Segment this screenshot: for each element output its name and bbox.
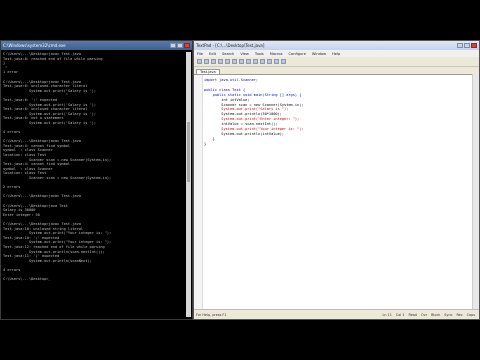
menu-bar: File Edit Search View Tools Macros Configure Wi… (194, 50, 479, 57)
undo-icon[interactable] (246, 59, 251, 64)
console-line: C:\Users\...\Desktop>_ (3, 277, 51, 282)
code-line: } (204, 141, 207, 146)
status-indicator: Rec (456, 312, 463, 317)
maximize-icon[interactable] (177, 43, 183, 48)
compile-icon[interactable] (274, 59, 279, 64)
toolbar (194, 57, 479, 67)
cmd-scrollbar[interactable] (186, 52, 191, 317)
menu-search[interactable]: Search (222, 52, 234, 56)
copy-icon[interactable] (232, 59, 237, 64)
textpad-window[interactable]: TextPad - [C:\...\Desktop\Test.java] Fil… (193, 40, 480, 320)
minimize-icon[interactable] (457, 43, 463, 48)
code-text[interactable]: import java.util.Scanner; public class T… (204, 78, 473, 147)
status-indicator: Ln 11 (382, 312, 392, 317)
find-icon[interactable] (260, 59, 265, 64)
menu-help[interactable]: Help (332, 52, 340, 56)
replace-icon[interactable] (267, 59, 272, 64)
menu-macros[interactable]: Macros (270, 52, 283, 56)
editor-scrollbar[interactable] (472, 74, 479, 309)
save-icon[interactable] (211, 59, 216, 64)
run-icon[interactable] (281, 59, 286, 64)
status-indicators: Ln 11 Col 1 Read Ovr Block Sync Rec Caps (382, 313, 479, 317)
status-indicator: Col 1 (395, 312, 405, 317)
status-indicator: Block (431, 312, 441, 317)
new-file-icon[interactable] (197, 59, 202, 64)
menu-view[interactable]: View (240, 52, 249, 56)
status-indicator: Read (408, 312, 418, 317)
editor-gutter (194, 75, 203, 309)
menu-tools[interactable]: Tools (255, 52, 264, 56)
paste-icon[interactable] (239, 59, 244, 64)
document-tabs: Test.java (194, 67, 479, 74)
print-icon[interactable] (218, 59, 223, 64)
textpad-title: TextPad - [C:\...\Desktop\Test.java] (196, 43, 265, 48)
maximize-icon[interactable] (464, 43, 470, 48)
status-indicator: Caps (466, 312, 475, 317)
console-output[interactable]: C:\Users\...\Desktop>javac Test.java Test… (3, 52, 184, 317)
menu-window[interactable]: Window (312, 52, 326, 56)
menu-configure[interactable]: Configure (288, 52, 305, 56)
close-icon[interactable] (184, 43, 190, 48)
status-indicator: Sync (444, 312, 453, 317)
redo-icon[interactable] (253, 59, 258, 64)
textpad-titlebar[interactable]: TextPad - [C:\...\Desktop\Test.java] (194, 41, 479, 50)
status-bar: For Help, press F1 Ln 11 Col 1 Read Ovr Bloc… (194, 309, 479, 319)
cmd-scroll-thumb[interactable] (187, 122, 190, 182)
status-help-text: For Help, press F1 (196, 312, 227, 317)
menu-file[interactable]: File (197, 52, 203, 56)
minimize-icon[interactable] (170, 43, 176, 48)
code-editor[interactable]: import java.util.Scanner; public class T… (194, 74, 473, 309)
cmd-titlebar[interactable]: C:\Windows\system32\cmd.exe (1, 41, 192, 50)
cmd-window[interactable]: C:\Windows\system32\cmd.exe C:\Users\...… (0, 40, 193, 320)
cmd-title: C:\Windows\system32\cmd.exe (3, 43, 66, 48)
close-icon[interactable] (471, 43, 477, 48)
status-indicator: Ovr (421, 312, 428, 317)
cut-icon[interactable] (225, 59, 230, 64)
menu-edit[interactable]: Edit (209, 52, 216, 56)
open-file-icon[interactable] (204, 59, 209, 64)
